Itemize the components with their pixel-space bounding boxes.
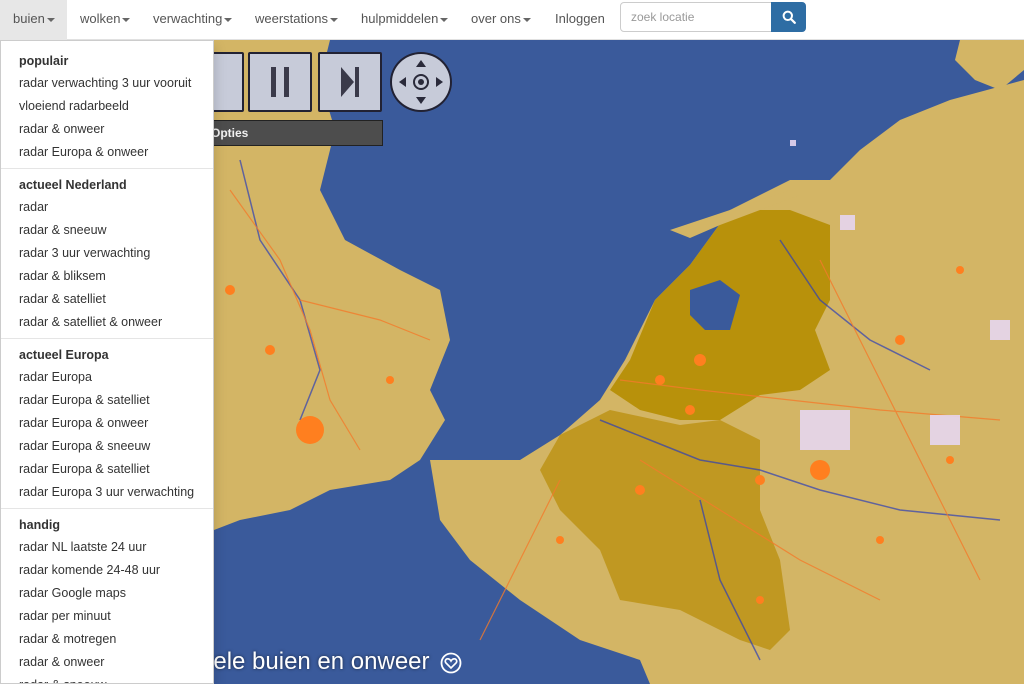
pan-control-icon <box>399 60 443 104</box>
menu-item[interactable]: radar & sneeuw <box>1 674 213 683</box>
menu-item[interactable]: radar & onweer <box>1 651 213 674</box>
opties-bar[interactable]: Opties <box>200 120 383 146</box>
search-icon <box>782 10 796 24</box>
menu-item[interactable]: radar NL laatste 24 uur <box>1 536 213 559</box>
menu-item[interactable]: radar & satelliet <box>1 288 213 311</box>
menu-item[interactable]: vloeiend radarbeeld <box>1 95 213 118</box>
step-forward-icon <box>341 67 359 97</box>
nav-hulpmiddelen[interactable]: hulpmiddelen <box>361 0 449 40</box>
menu-divider <box>1 508 213 509</box>
menu-item[interactable]: radar & motregen <box>1 628 213 651</box>
menu-section-header: handig <box>19 518 60 532</box>
menu-item[interactable]: radar Europa & satelliet <box>1 458 213 481</box>
menu-item[interactable]: radar Europa & satelliet <box>1 389 213 412</box>
top-navbar: buien wolken verwachting weerstations hu… <box>0 0 1024 40</box>
caret-down-icon <box>440 17 449 22</box>
nav-over-ons[interactable]: over ons <box>471 0 531 40</box>
caret-down-icon <box>122 17 131 22</box>
menu-item[interactable]: radar & bliksem <box>1 265 213 288</box>
nav-verwachting[interactable]: verwachting <box>153 0 233 40</box>
menu-item[interactable]: radar Europa <box>1 366 213 389</box>
pause-icon <box>271 67 289 97</box>
menu-item[interactable]: radar Europa & onweer <box>1 141 213 164</box>
map-caption: uele buien en onweer <box>200 647 462 677</box>
nav-inloggen[interactable]: Inloggen <box>555 0 605 40</box>
pause-button[interactable] <box>248 52 312 112</box>
caret-down-icon <box>329 17 338 22</box>
map-caption-text: uele buien en onweer <box>200 648 430 675</box>
menu-item[interactable]: radar & satelliet & onweer <box>1 311 213 334</box>
search-input[interactable] <box>620 2 772 32</box>
pan-control[interactable] <box>390 52 452 112</box>
menu-divider <box>1 168 213 169</box>
menu-item[interactable]: radar Europa & onweer <box>1 412 213 435</box>
menu-item[interactable]: radar Europa & sneeuw <box>1 435 213 458</box>
nav-wolken[interactable]: wolken <box>80 0 131 40</box>
menu-section-header: populair <box>19 54 69 68</box>
menu-item[interactable]: radar Europa 3 uur verwachting <box>1 481 213 504</box>
menu-divider <box>1 338 213 339</box>
menu-item[interactable]: radar & onweer <box>1 118 213 141</box>
step-forward-button[interactable] <box>318 52 382 112</box>
menu-item[interactable]: radar per minuut <box>1 605 213 628</box>
search-button[interactable] <box>771 2 806 32</box>
menu-item[interactable]: radar <box>1 196 213 219</box>
nav-weerstations[interactable]: weerstations <box>255 0 338 40</box>
menu-item[interactable]: radar komende 24-48 uur <box>1 559 213 582</box>
heart-icon[interactable] <box>440 652 462 674</box>
nav-buien[interactable]: buien <box>0 0 67 40</box>
menu-item[interactable]: radar 3 uur verwachting <box>1 242 213 265</box>
caret-down-icon <box>46 17 55 22</box>
buien-dropdown-menu: populair radar verwachting 3 uur vooruit v… <box>0 40 214 684</box>
caret-down-icon <box>522 17 531 22</box>
menu-section-header: actueel Europa <box>19 348 109 362</box>
menu-item[interactable]: radar & sneeuw <box>1 219 213 242</box>
menu-section-header: actueel Nederland <box>19 178 127 192</box>
opties-label: Opties <box>211 126 249 140</box>
caret-down-icon <box>224 17 233 22</box>
menu-item[interactable]: radar verwachting 3 uur vooruit <box>1 72 213 95</box>
menu-item[interactable]: radar Google maps <box>1 582 213 605</box>
